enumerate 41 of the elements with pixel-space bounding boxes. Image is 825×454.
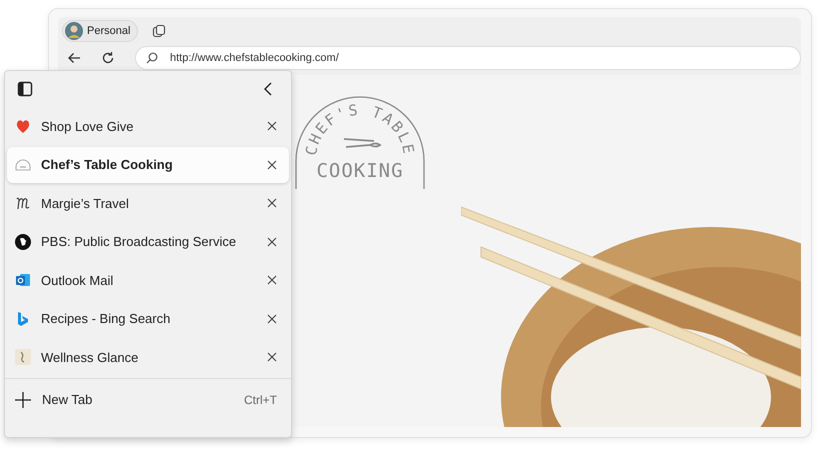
close-icon[interactable] (267, 314, 277, 324)
tab-item[interactable]: Recipes - Bing Search (7, 300, 289, 336)
close-icon[interactable] (267, 352, 277, 362)
avatar-icon (65, 22, 83, 40)
profile-button[interactable]: Personal (62, 20, 138, 42)
tab-item[interactable]: Shop Love Give (7, 108, 289, 144)
tab-title: PBS: Public Broadcasting Service (41, 234, 238, 249)
b-logo-icon (15, 310, 31, 326)
address-field[interactable]: http://www.chefstablecooking.com/ (135, 46, 801, 70)
heart-icon (15, 118, 31, 134)
script-m-icon (15, 195, 31, 211)
close-icon[interactable] (267, 236, 277, 246)
tab-title: Margie’s Travel (41, 196, 130, 210)
tab-title: Wellness Glance (41, 350, 140, 364)
tab-item[interactable]: Margie’s Travel (7, 185, 289, 221)
workspaces-icon[interactable] (152, 24, 166, 38)
tab-title: Chef’s Table Cooking (41, 157, 174, 172)
tab-title: Outlook Mail (41, 272, 114, 288)
search-icon (146, 52, 158, 64)
logo-icon (15, 156, 31, 172)
close-icon[interactable] (267, 275, 277, 285)
close-icon[interactable] (267, 160, 277, 170)
collapse-icon[interactable] (263, 81, 273, 97)
url-text: http://www.chefstablecooking.com/ (170, 52, 339, 64)
refresh-icon[interactable] (101, 51, 115, 65)
back-icon[interactable] (67, 51, 81, 65)
tab-item[interactable]: PBS: Public Broadcasting Service (7, 224, 289, 260)
wellness-logo-icon (15, 349, 31, 365)
tab-item[interactable]: Chef’s Table Cooking (7, 146, 289, 182)
close-icon[interactable] (267, 198, 277, 208)
tab-title: Recipes - Bing Search (41, 311, 172, 326)
close-icon[interactable] (267, 121, 277, 131)
tab-item[interactable]: Outlook Mail (7, 262, 289, 298)
new-tab-label: New Tab (42, 392, 94, 407)
sidebar-icon[interactable] (17, 81, 33, 97)
shortcut-text: Ctrl+T (244, 392, 277, 406)
mail-app-icon (15, 272, 31, 288)
new-tab-item[interactable]: New Tab Ctrl+T (7, 378, 289, 420)
tab-item[interactable]: Wellness Glance (7, 339, 289, 375)
tab-title: Shop Love Give (41, 118, 135, 134)
plus-icon (14, 390, 32, 408)
